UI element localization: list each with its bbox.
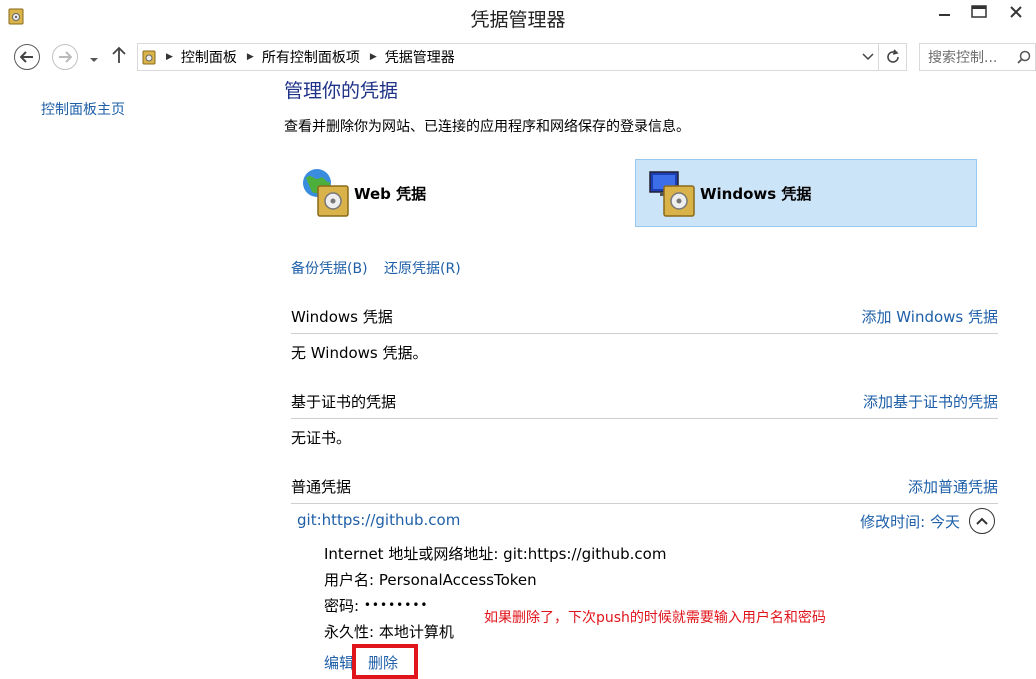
breadcrumb-credential-manager[interactable]: 凭据管理器: [385, 47, 455, 67]
forward-button[interactable]: [52, 44, 78, 70]
section-empty-text: 无证书。: [291, 429, 352, 447]
username-value: PersonalAccessToken: [378, 571, 537, 589]
refresh-icon: [886, 49, 899, 63]
section-header: Windows 凭据 添加 Windows 凭据: [291, 300, 998, 334]
detail-password: 密码: ••••••••: [324, 595, 428, 616]
close-button[interactable]: [996, 0, 1036, 24]
credential-entry-row[interactable]: git:https://github.com 修改时间: 今天: [297, 506, 998, 536]
back-button[interactable]: [14, 44, 40, 70]
add-certificate-credential-link[interactable]: 添加基于证书的凭据: [863, 391, 998, 412]
highlight-box: [352, 644, 418, 679]
maximize-icon: [971, 5, 987, 18]
maximize-button[interactable]: [962, 0, 996, 24]
section-title: 普通凭据: [291, 478, 352, 496]
arrow-up-icon: [112, 46, 126, 63]
chevron-up-icon: [976, 517, 988, 525]
chevron-right-icon: ▶: [246, 52, 254, 62]
web-credentials-tile[interactable]: Web 凭据: [296, 159, 626, 227]
windows-credentials-tile[interactable]: Windows 凭据: [635, 159, 977, 227]
modified-time: 修改时间: 今天: [860, 511, 960, 532]
chevron-down-icon: [90, 58, 98, 62]
certificate-credentials-section: 基于证书的凭据 添加基于证书的凭据 无证书。: [291, 385, 998, 448]
restore-credentials-link[interactable]: 还原凭据(R): [384, 258, 461, 278]
add-generic-credential-link[interactable]: 添加普通凭据: [908, 476, 998, 497]
password-value: ••••••••: [363, 598, 429, 612]
edit-credential-link[interactable]: 编辑: [324, 652, 354, 673]
collapse-button[interactable]: [969, 508, 995, 534]
refresh-button[interactable]: [879, 43, 907, 71]
title-bar: 凭据管理器: [0, 0, 1036, 33]
modified-label: 修改时间:: [860, 513, 926, 531]
minimize-icon: [939, 14, 950, 16]
address-bar[interactable]: ▶ 控制面板 ▶ 所有控制面板项 ▶ 凭据管理器: [137, 43, 879, 71]
section-header: 基于证书的凭据 添加基于证书的凭据: [291, 385, 998, 419]
search-placeholder: 搜索控制...: [928, 50, 998, 66]
chevron-right-icon: ▶: [369, 52, 377, 62]
control-panel-icon: [142, 50, 156, 65]
window-title: 凭据管理器: [470, 9, 566, 31]
close-icon: [1010, 6, 1022, 18]
page-description: 查看并删除你为网站、已连接的应用程序和网络保存的登录信息。: [284, 119, 690, 135]
recent-locations-button[interactable]: [89, 52, 99, 68]
password-label: 密码:: [324, 597, 360, 615]
navigation-bar: ▶ 控制面板 ▶ 所有控制面板项 ▶ 凭据管理器 搜索控制...: [0, 38, 1036, 76]
section-title: Windows 凭据: [291, 308, 393, 326]
search-icon: [1017, 50, 1031, 64]
page-title: 管理你的凭据: [284, 80, 399, 102]
address-value: git:https://github.com: [503, 545, 667, 563]
detail-address: Internet 地址或网络地址: git:https://github.com: [324, 543, 666, 564]
windows-credentials-label: Windows 凭据: [700, 184, 812, 203]
windows-credentials-icon: [649, 171, 695, 217]
modified-value: 今天: [929, 513, 960, 531]
breadcrumb-all-items[interactable]: 所有控制面板项: [262, 47, 360, 67]
credential-entry-name[interactable]: git:https://github.com: [297, 511, 460, 529]
detail-username: 用户名: PersonalAccessToken: [324, 569, 537, 590]
control-panel-home-link[interactable]: 控制面板主页: [41, 99, 125, 119]
web-credentials-label: Web 凭据: [354, 184, 427, 203]
arrow-left-icon: [20, 51, 33, 63]
search-box[interactable]: 搜索控制...: [919, 43, 1036, 71]
section-header: 普通凭据 添加普通凭据: [291, 470, 998, 504]
username-label: 用户名:: [324, 571, 375, 589]
address-label: Internet 地址或网络地址:: [324, 545, 499, 563]
section-title: 基于证书的凭据: [291, 393, 397, 411]
chevron-right-icon: ▶: [166, 52, 173, 62]
windows-credentials-section: Windows 凭据 添加 Windows 凭据 无 Windows 凭据。: [291, 300, 998, 363]
section-empty-text: 无 Windows 凭据。: [291, 344, 428, 362]
persistence-label: 永久性:: [324, 623, 375, 641]
up-button[interactable]: [112, 46, 126, 68]
generic-credentials-section: 普通凭据 添加普通凭据: [291, 470, 998, 504]
add-windows-credential-link[interactable]: 添加 Windows 凭据: [862, 306, 999, 327]
persistence-value: 本地计算机: [378, 623, 454, 641]
chevron-down-icon[interactable]: [862, 52, 874, 62]
minimize-button[interactable]: [928, 0, 962, 24]
breadcrumb-control-panel[interactable]: 控制面板: [181, 47, 237, 67]
backup-credentials-link[interactable]: 备份凭据(B): [291, 258, 368, 278]
annotation-text: 如果删除了，下次push的时候就需要输入用户名和密码: [484, 610, 826, 626]
arrow-right-icon: [59, 51, 72, 63]
web-credentials-icon: [303, 169, 349, 217]
detail-persistence: 永久性: 本地计算机: [324, 621, 454, 642]
